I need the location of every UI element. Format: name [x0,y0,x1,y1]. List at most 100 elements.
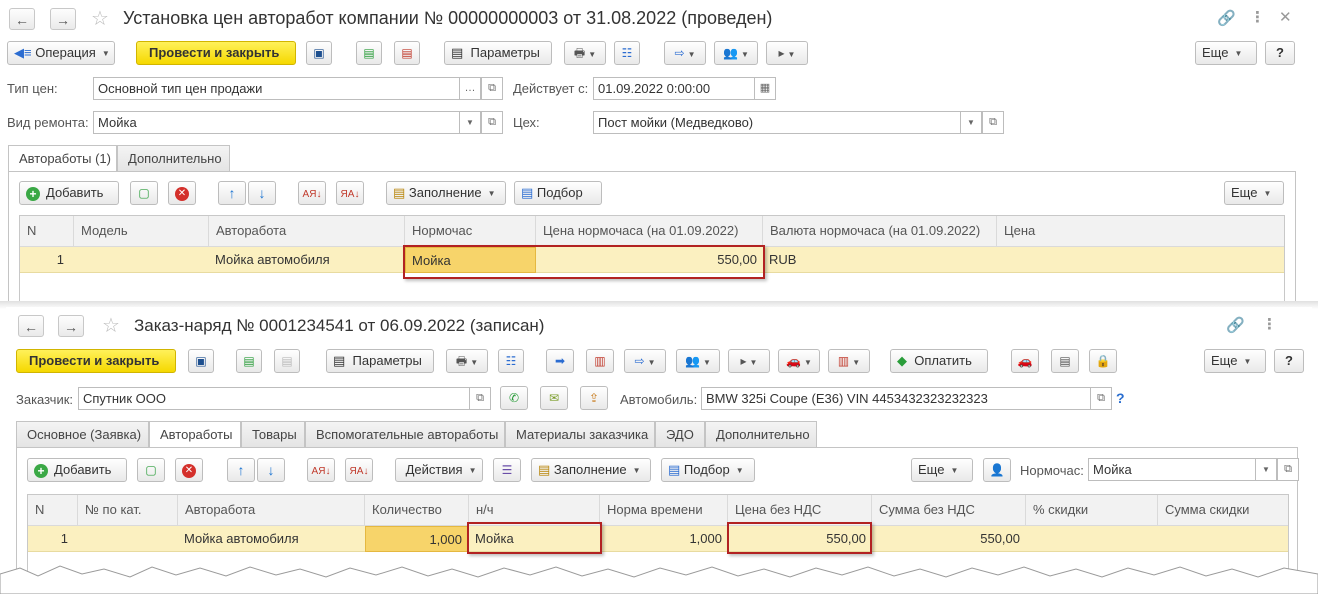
tab-more-button[interactable]: Еще ▼ [911,458,973,482]
unpost-button[interactable]: ▤ [394,41,420,65]
pay-button[interactable]: ◆ Оплатить [890,349,988,373]
customer-open-button[interactable]: ⧉ [469,387,491,410]
reports-button[interactable]: ▸ ▼ [728,349,770,373]
move-up-button[interactable]: ↑ [227,458,255,482]
report-button[interactable]: ▥ [586,349,614,373]
sort-desc-button[interactable]: ЯA↓ [336,181,364,205]
message-button[interactable]: ✉ [540,386,568,410]
parameters-button[interactable]: ▤ Параметры [444,41,552,65]
price-type-open-button[interactable]: ⧉ [481,77,503,100]
column-header[interactable]: % скидки [1026,495,1158,526]
save-button[interactable]: ▣ [188,349,214,373]
tab-aux-autoworks[interactable]: Вспомогательные автоработы [305,421,505,447]
table-row[interactable]: 1 Мойка автомобиля Мойка 550,00 RUB [20,247,1284,273]
tab-more-button[interactable]: Еще ▼ [1224,181,1284,205]
post-and-close-button[interactable]: Провести и закрыть [16,349,176,373]
cell-norm-hour[interactable]: Мойка [405,247,536,273]
back-button[interactable]: ← [9,8,35,30]
pick-button[interactable]: ▤ Подбор [514,181,602,205]
column-header[interactable]: Сумма без НДС [872,495,1026,526]
column-header[interactable]: N [28,495,78,526]
print-button[interactable]: 🖶 ▼ [564,41,606,65]
create-based-button[interactable]: ⇨ ▼ [664,41,706,65]
call-button[interactable]: ✆ [500,386,528,410]
unpost-button[interactable]: ▤ [274,349,300,373]
chart-button[interactable]: ▥ ▼ [828,349,870,373]
back-button[interactable]: ← [18,315,44,337]
column-header[interactable]: Нормочас [405,216,536,247]
tab-autoworks[interactable]: Автоработы (1) [8,145,117,172]
post-button[interactable]: ▤ [236,349,262,373]
forward-button[interactable]: → [50,8,76,30]
forward-button[interactable]: → [58,315,84,337]
save-button[interactable]: ▣ [306,41,332,65]
repair-type-dropdown[interactable]: ▼ [459,111,481,134]
column-header[interactable]: Сумма скидки [1158,495,1288,526]
norm-hour-input[interactable]: Мойка [1088,458,1256,481]
create-based-button[interactable]: ⇨ ▼ [624,349,666,373]
star-icon[interactable]: ☆ [91,6,109,31]
customer-input[interactable]: Спутник ООО [78,387,470,410]
valid-from-input[interactable]: 01.09.2022 0:00:00 [593,77,755,100]
column-header[interactable]: Цена нормочаса (на 01.09.2022) [536,216,763,247]
menu-dots-icon[interactable]: ⋮ [1250,8,1265,26]
pick-button[interactable]: ▤ Подбор ▼ [661,458,755,482]
users-button[interactable]: 👥 ▼ [676,349,720,373]
structure-button[interactable]: ☷ [498,349,524,373]
clipboard-button[interactable]: ▤ [1051,349,1079,373]
move-down-button[interactable]: ↓ [257,458,285,482]
more-button[interactable]: Еще ▼ [1204,349,1266,373]
car-help-link[interactable]: ? [1116,390,1125,406]
fill-button[interactable]: ▤ Заполнение ▼ [531,458,651,482]
sort-asc-button[interactable]: AЯ↓ [307,458,335,482]
copy-row-button[interactable]: ▢ [130,181,158,205]
car-menu-button[interactable]: 🚗 ▼ [778,349,820,373]
person-button[interactable]: 👤 [983,458,1011,482]
menu-dots-icon[interactable]: ⋮ [1262,315,1277,333]
add-button[interactable]: + Добавить [27,458,127,482]
post-and-close-button[interactable]: Провести и закрыть [136,41,296,65]
norm-hour-dropdown[interactable]: ▼ [1255,458,1277,481]
move-up-button[interactable]: ↑ [218,181,246,205]
print-button[interactable]: 🖶 ▼ [446,349,488,373]
forward-arrow-button[interactable]: ➡ [546,349,574,373]
workshop-dropdown[interactable]: ▼ [960,111,982,134]
column-header[interactable]: Авторабота [209,216,405,247]
actions-button[interactable]: Действия ▼ [395,458,483,482]
column-header[interactable]: № по кат. [78,495,178,526]
price-type-input[interactable]: Основной тип цен продажи [93,77,460,100]
sort-asc-button[interactable]: AЯ↓ [298,181,326,205]
delete-row-button[interactable]: ✕ [175,458,203,482]
help-button[interactable]: ? [1265,41,1295,65]
tab-autoworks[interactable]: Автоработы [149,421,241,448]
link-icon[interactable]: 🔗 [1217,9,1236,27]
column-header[interactable]: Цена [997,216,1284,247]
table-row[interactable]: 1 Мойка автомобиля 1,000 Мойка 1,000 550… [28,526,1288,552]
close-icon[interactable]: ✕ [1279,8,1292,26]
tab-additional[interactable]: Дополнительно [705,421,817,447]
column-header[interactable]: Норма времени [600,495,728,526]
post-button[interactable]: ▤ [356,41,382,65]
workshop-input[interactable]: Пост мойки (Медведково) [593,111,961,134]
cell-quantity[interactable]: 1,000 [365,526,469,552]
column-header[interactable]: Авторабота [178,495,365,526]
tab-main-request[interactable]: Основное (Заявка) [16,421,149,447]
repair-type-open-button[interactable]: ⧉ [481,111,503,134]
move-down-button[interactable]: ↓ [248,181,276,205]
upload-button[interactable]: ⇪ [580,386,608,410]
users-button[interactable]: 👥 ▼ [714,41,758,65]
delete-row-button[interactable]: ✕ [168,181,196,205]
help-button[interactable]: ? [1274,349,1304,373]
copy-row-button[interactable]: ▢ [137,458,165,482]
reports-button[interactable]: ▸ ▼ [766,41,808,65]
structure-button[interactable]: ☷ [614,41,640,65]
link-icon[interactable]: 🔗 [1226,316,1245,334]
more-button[interactable]: Еще ▼ [1195,41,1257,65]
tab-edo[interactable]: ЭДО [655,421,705,447]
repair-type-input[interactable]: Мойка [93,111,460,134]
fill-button[interactable]: ▤ Заполнение ▼ [386,181,506,205]
tab-goods[interactable]: Товары [241,421,305,447]
tab-customer-materials[interactable]: Материалы заказчика [505,421,655,447]
car-open-button[interactable]: ⧉ [1090,387,1112,410]
column-header[interactable]: Валюта нормочаса (на 01.09.2022) [763,216,997,247]
